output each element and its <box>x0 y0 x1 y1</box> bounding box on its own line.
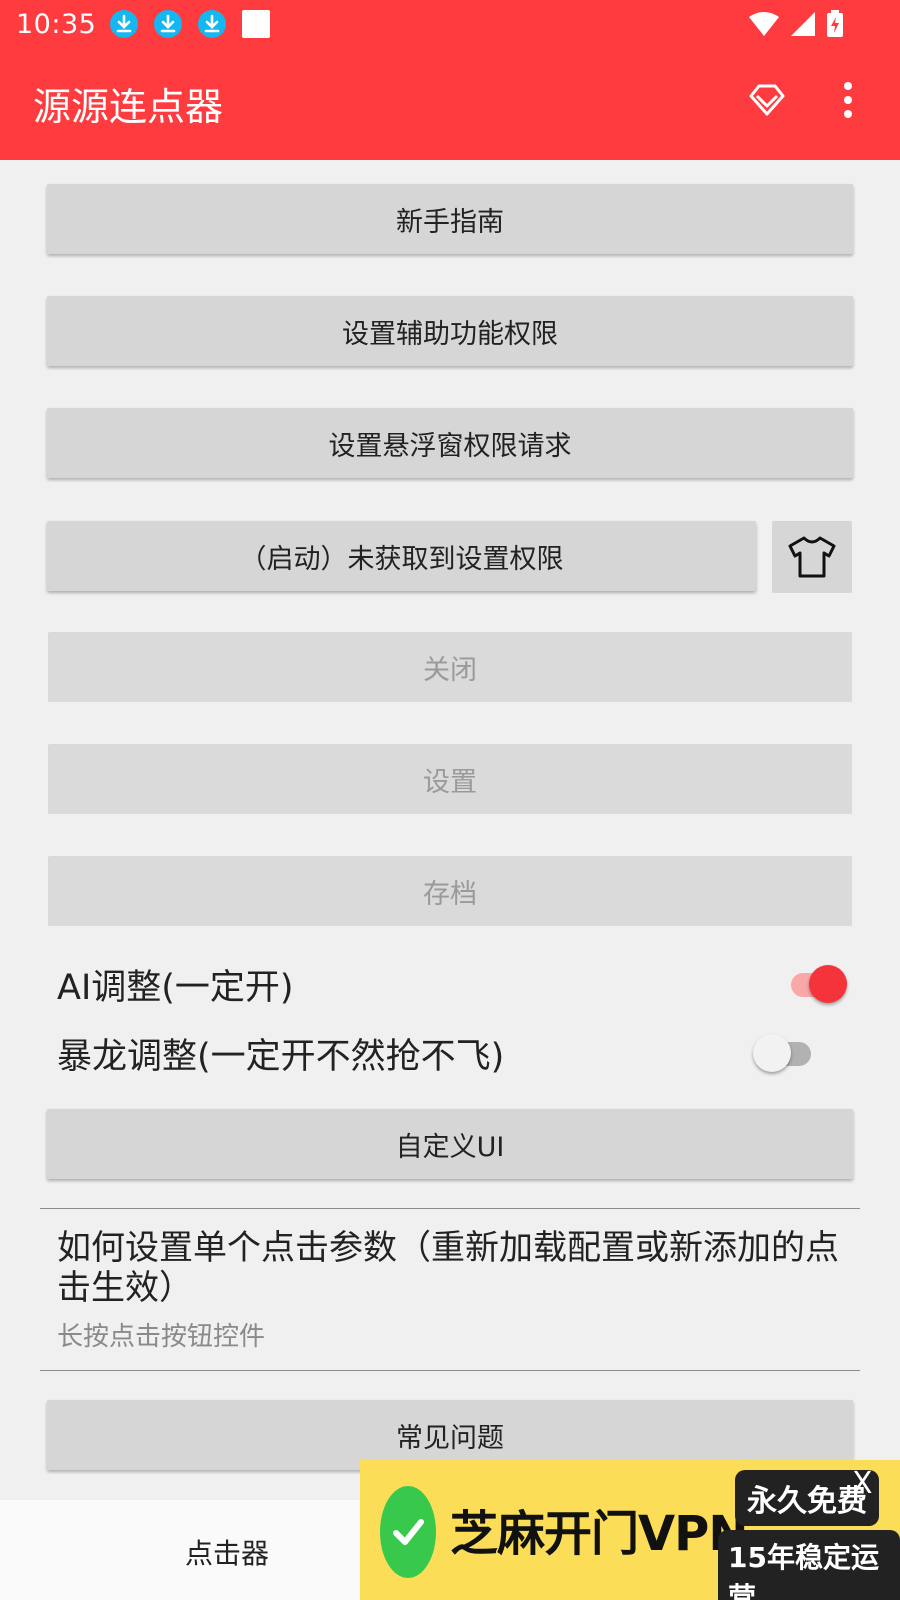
ad-badge-years: 15年稳定运营 <box>718 1530 900 1600</box>
app-bar: 源源连点器 <box>0 48 900 160</box>
dragon-adjust-row: 暴龙调整(一定开不然抢不飞) <box>57 1023 847 1083</box>
shirt-icon <box>788 536 836 578</box>
download-icon <box>154 10 183 38</box>
status-time: 10:35 <box>16 8 97 40</box>
start-button[interactable]: （启动）未获取到设置权限 <box>47 521 756 591</box>
download-icon <box>110 10 139 38</box>
dragon-adjust-label: 暴龙调整(一定开不然抢不飞) <box>57 1036 505 1077</box>
divider <box>40 1370 860 1371</box>
accessibility-permission-button[interactable]: 设置辅助功能权限 <box>47 296 853 366</box>
guide-button[interactable]: 新手指南 <box>47 184 853 254</box>
theme-button[interactable] <box>772 521 852 593</box>
divider <box>40 1208 860 1209</box>
more-vert-icon[interactable] <box>842 80 854 120</box>
ad-brand: 芝麻开门VPN <box>450 1506 749 1562</box>
settings-button[interactable]: 设置 <box>48 744 852 814</box>
close-button[interactable]: 关闭 <box>48 632 852 702</box>
dragon-adjust-switch[interactable] <box>753 1033 817 1073</box>
save-button[interactable]: 存档 <box>48 856 852 926</box>
nav-tab-clicker[interactable]: 点击器 <box>185 1532 269 1572</box>
click-params-title[interactable]: 如何设置单个点击参数（重新加载配置或新添加的点击生效） <box>57 1228 857 1308</box>
signal-icon <box>791 12 815 36</box>
click-params-subtitle: 长按点击按钮控件 <box>57 1322 266 1352</box>
switch-thumb <box>809 965 847 1003</box>
download-icon <box>198 10 227 38</box>
ad-close-button[interactable]: X <box>852 1466 873 1501</box>
overlay-permission-button[interactable]: 设置悬浮窗权限请求 <box>47 408 853 478</box>
main-content: 新手指南 设置辅助功能权限 设置悬浮窗权限请求 （启动）未获取到设置权限 关闭 … <box>0 160 900 1500</box>
square-icon <box>242 10 271 38</box>
diamond-icon[interactable] <box>747 80 787 120</box>
ai-adjust-switch[interactable] <box>783 964 847 1004</box>
ad-banner[interactable]: 芝麻开门VPN 永久免费 15年稳定运营 X <box>360 1460 900 1600</box>
status-bar: 10:35 <box>0 0 900 48</box>
check-icon <box>380 1486 436 1578</box>
ai-adjust-label: AI调整(一定开) <box>57 967 294 1008</box>
battery-charging-icon <box>827 10 843 37</box>
custom-ui-button[interactable]: 自定义UI <box>47 1109 853 1179</box>
switch-thumb <box>753 1034 791 1072</box>
app-title: 源源连点器 <box>33 85 224 129</box>
wifi-icon <box>749 12 779 36</box>
ai-adjust-row: AI调整(一定开) <box>57 954 847 1014</box>
status-right-icons <box>748 10 844 38</box>
